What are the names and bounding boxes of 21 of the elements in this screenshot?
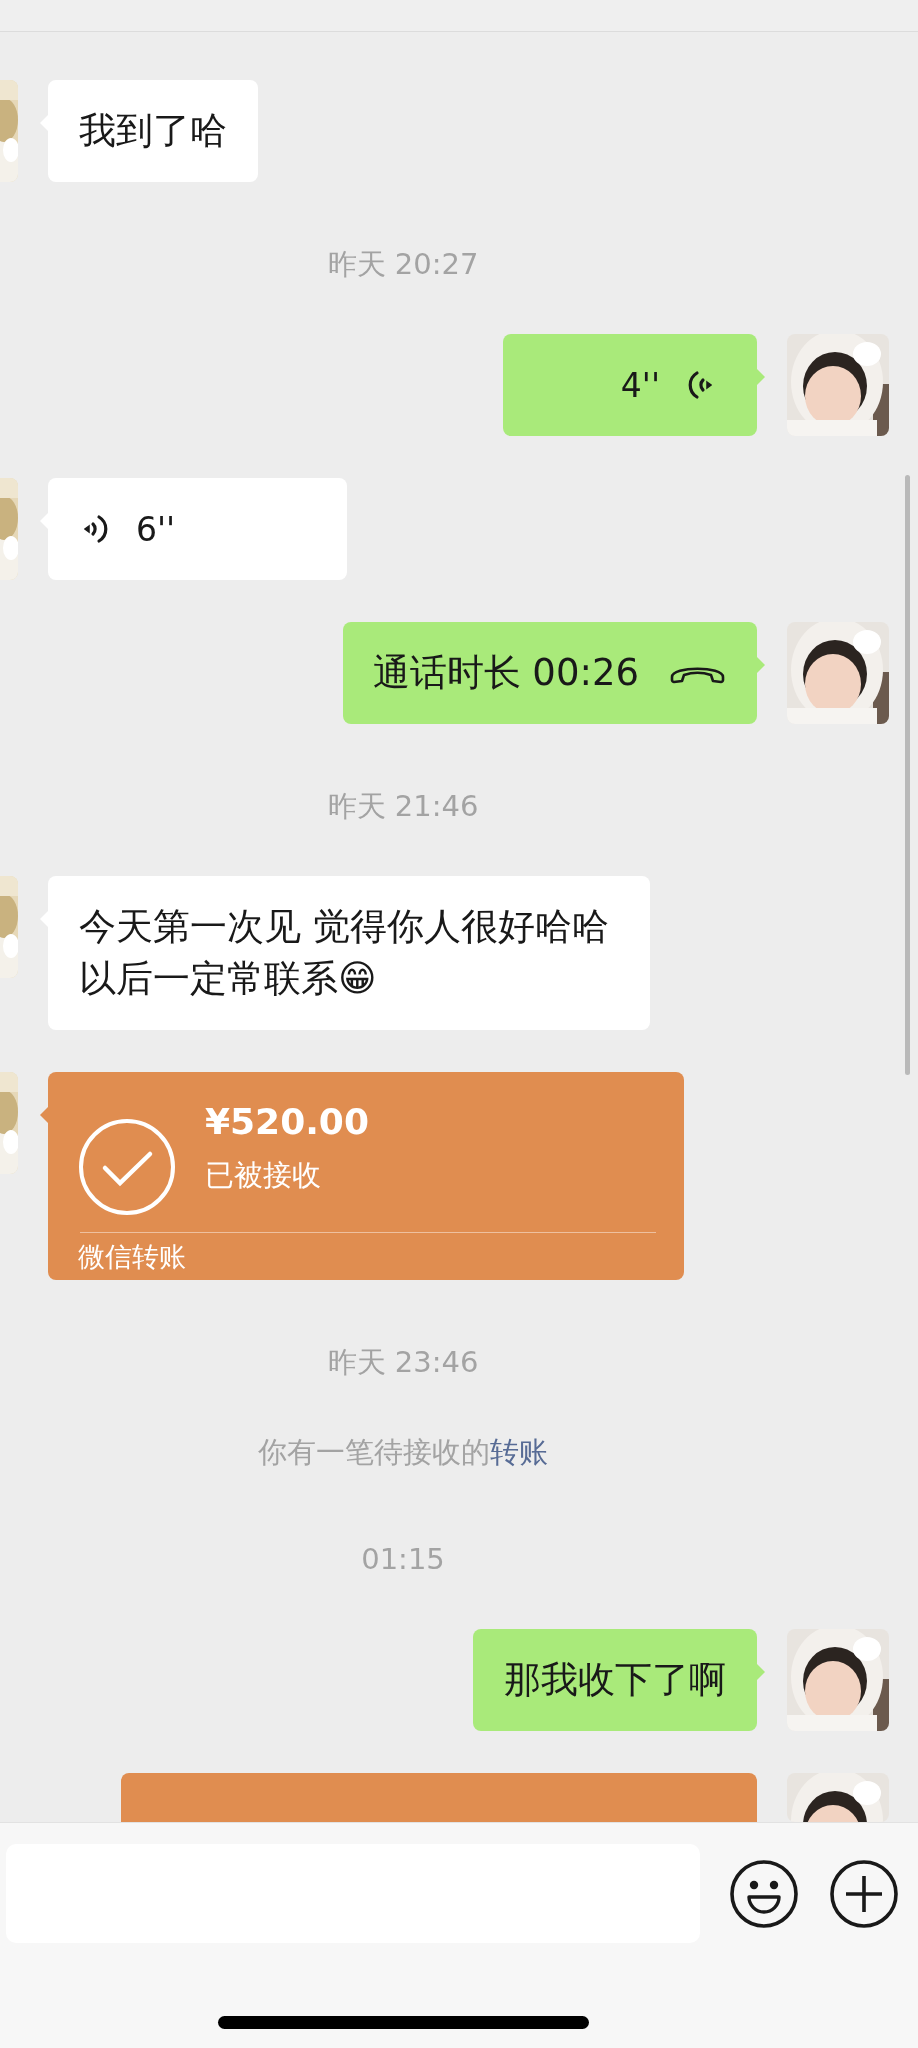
transfer-status: 已被接收 [205,1157,322,1194]
add-icon[interactable] [829,1858,899,1929]
timestamp: 昨天 20:27 [327,247,479,281]
message-text: 我到了哈 [79,108,227,154]
emoji-icon[interactable] [729,1858,799,1929]
call-record-bubble[interactable]: 通话时长 00:26 [342,622,757,724]
timestamp: 昨天 21:46 [327,789,479,823]
transfer-link[interactable]: 转账 [490,1435,548,1469]
voice-message-bubble[interactable]: 4'' [503,334,757,436]
transfer-amount: ¥520.00 [205,1100,369,1144]
message-text: 那我收下了啊 [504,1657,726,1703]
voice-duration: 6'' [136,509,176,549]
voice-duration: 4'' [620,365,660,405]
system-notice: 你有一笔待接收的转账 [258,1435,548,1469]
transfer-label: 微信转账 [77,1240,187,1274]
check-circle-icon [78,1118,176,1216]
timestamp: 01:15 [361,1542,445,1576]
call-duration: 通话时长 00:26 [372,650,639,696]
voice-message-bubble[interactable]: 6'' [48,478,347,580]
message-text: 今天第一次见 觉得你人很好哈哈以后一定常联系😁 [79,904,610,1002]
timestamp: 昨天 23:46 [327,1345,479,1379]
